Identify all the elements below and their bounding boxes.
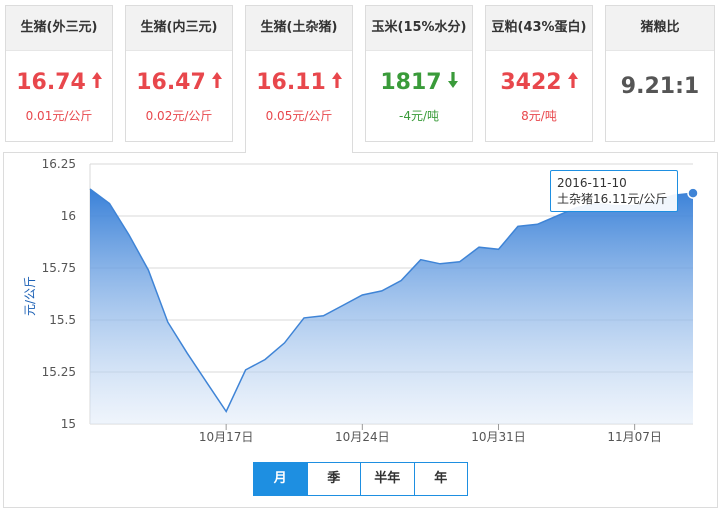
card-value: 1817 — [366, 69, 472, 97]
card-title: 猪粮比 — [606, 6, 714, 51]
card-pig-local[interactable]: 生猪(土杂猪) 16.11 0.05元/公斤 — [245, 5, 353, 153]
card-change: -4元/吨 — [398, 109, 439, 123]
card-pig-inner[interactable]: 生猪(内三元) 16.47 0.02元/公斤 — [125, 5, 233, 142]
card-title: 生猪(内三元) — [126, 6, 232, 51]
card-value: 9.21:1 — [620, 74, 700, 99]
y-tick-label: 16 — [61, 209, 76, 223]
arrow-down-icon — [447, 72, 458, 88]
x-axis: 10月17日 10月24日 10月31日 11月07日 — [199, 424, 662, 444]
y-axis: 16.25 16 15.75 15.5 15.25 15 — [42, 157, 76, 431]
tooltip-text: 土杂猪16.11元/公斤 — [557, 192, 668, 206]
series-area — [90, 189, 693, 424]
range-tabs: 月 季 半年 年 — [253, 462, 468, 496]
highlighted-point — [687, 187, 699, 199]
arrow-up-icon — [567, 72, 578, 88]
arrow-up-icon — [331, 72, 342, 88]
y-tick-label: 15.5 — [49, 313, 76, 327]
card-change: 0.02元/公斤 — [145, 109, 213, 123]
tab-half-year[interactable]: 半年 — [360, 463, 414, 495]
card-pig-grain-ratio[interactable]: 猪粮比 9.21:1 — [605, 5, 715, 142]
y-tick-label: 15.25 — [42, 365, 76, 379]
tooltip-date: 2016-11-10 — [557, 176, 627, 190]
tab-year[interactable]: 年 — [413, 463, 468, 495]
card-value: 16.11 — [246, 69, 352, 97]
x-tick-label: 10月24日 — [335, 430, 390, 444]
card-value: 16.74 — [6, 69, 112, 97]
card-title: 豆粕(43%蛋白) — [486, 6, 592, 51]
x-tick-label: 11月07日 — [607, 430, 662, 444]
x-tick-label: 10月31日 — [471, 430, 526, 444]
card-change: 8元/吨 — [521, 109, 557, 123]
y-tick-label: 15 — [61, 417, 76, 431]
price-cards: 生猪(外三元) 16.74 0.01元/公斤 生猪(内三元) 16.47 0.0… — [0, 0, 724, 153]
arrow-up-icon — [91, 72, 102, 88]
card-title: 生猪(土杂猪) — [246, 6, 352, 51]
tab-quarter[interactable]: 季 — [306, 463, 361, 495]
tab-month[interactable]: 月 — [254, 463, 307, 495]
y-tick-label: 15.75 — [42, 261, 76, 275]
card-pig-outer[interactable]: 生猪(外三元) 16.74 0.01元/公斤 — [5, 5, 113, 142]
card-title: 玉米(15%水分) — [366, 6, 472, 51]
card-change: 0.01元/公斤 — [25, 109, 93, 123]
x-tick-label: 10月17日 — [199, 430, 254, 444]
y-tick-label: 16.25 — [42, 157, 76, 171]
card-soymeal[interactable]: 豆粕(43%蛋白) 3422 8元/吨 — [485, 5, 593, 142]
card-title: 生猪(外三元) — [6, 6, 112, 51]
arrow-up-icon — [211, 72, 222, 88]
series — [89, 187, 699, 424]
card-value: 16.47 — [126, 69, 232, 97]
y-axis-label: 元/公斤 — [23, 276, 37, 316]
card-value: 3422 — [486, 69, 592, 97]
card-change: 0.05元/公斤 — [265, 109, 333, 123]
card-corn[interactable]: 玉米(15%水分) 1817 -4元/吨 — [365, 5, 473, 142]
chart-tooltip: 2016-11-10 土杂猪16.11元/公斤 — [550, 170, 678, 212]
